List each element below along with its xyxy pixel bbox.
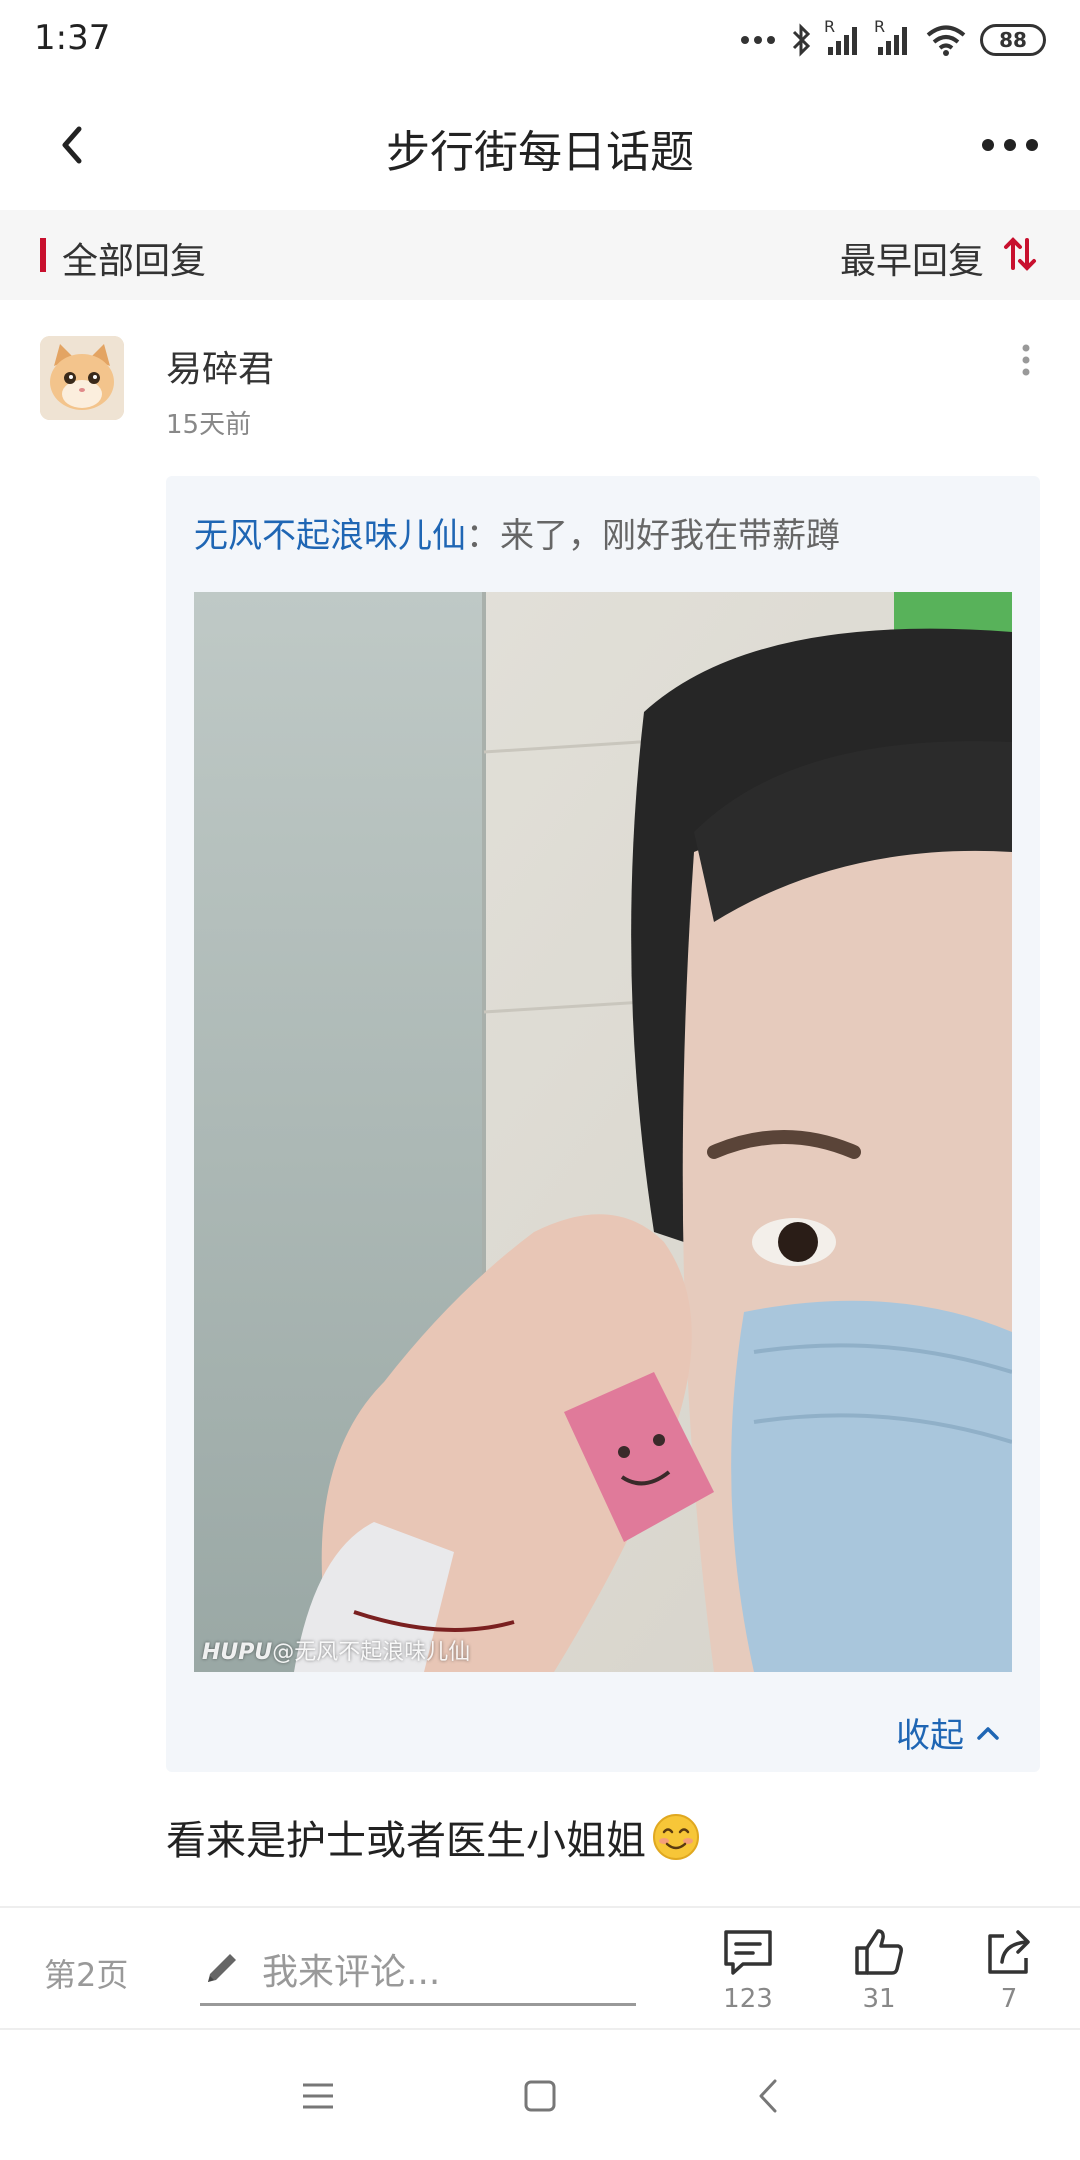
- reply-filter-bar: 全部回复 最早回复: [0, 210, 1080, 300]
- comments-count: 123: [723, 1984, 773, 2014]
- share-icon: [988, 1930, 1030, 1974]
- nav-header: 步行街每日话题: [0, 80, 1080, 210]
- comment-body: 看来是护士或者医生小姐姐: [166, 1808, 700, 1866]
- signal-label: R: [874, 17, 886, 36]
- bottom-action-bar: 第2页 我来评论... 123 31 7: [0, 1906, 1080, 2030]
- share-button[interactable]: 7: [964, 1926, 1054, 2014]
- more-button[interactable]: [970, 113, 1050, 177]
- photo-watermark: HUPU@无风不起浪味儿仙: [202, 1634, 470, 1666]
- bluetooth-icon: [792, 23, 811, 57]
- chevron-up-icon: [977, 1726, 999, 1740]
- pencil-icon: [208, 1953, 236, 1982]
- battery-indicator: 88: [980, 24, 1046, 56]
- quote-separator: ：: [466, 516, 500, 556]
- watermark-brand: HUPU: [202, 1640, 273, 1665]
- menu-button[interactable]: [298, 2076, 338, 2116]
- comment-bubble-icon: [724, 1930, 772, 1975]
- all-replies-label: 全部回复: [62, 241, 207, 282]
- comment-input[interactable]: 我来评论...: [200, 1934, 636, 2006]
- home-square-icon: [524, 2080, 556, 2112]
- comments-button[interactable]: 123: [703, 1926, 793, 2014]
- page-indicator[interactable]: 第2页: [44, 1950, 128, 1996]
- sort-arrows-icon[interactable]: [1000, 234, 1040, 274]
- comment-menu-button[interactable]: [1006, 338, 1046, 382]
- sort-earliest-button[interactable]: 最早回复: [840, 232, 984, 284]
- more-horizontal-icon: [982, 139, 1038, 151]
- comment-timestamp: 15天前: [166, 410, 252, 440]
- cat-avatar-icon: [40, 336, 124, 420]
- comment-text: 看来是护士或者医生小姐姐: [166, 1818, 646, 1864]
- status-bar: 1:37 R R 88: [0, 0, 1080, 80]
- avatar[interactable]: [40, 336, 124, 420]
- more-vertical-icon: [1022, 344, 1030, 376]
- watermark-user: @无风不起浪味儿仙: [272, 1640, 471, 1665]
- thumbs-up-icon: [855, 1929, 903, 1975]
- wifi-icon: [926, 25, 966, 56]
- system-back-button[interactable]: [748, 2076, 788, 2116]
- quoted-reply: 无风不起浪味儿仙：来了，刚好我在带薪蹲 HUPU@无风不起浪味儿仙 收起: [166, 476, 1040, 1772]
- collapse-button[interactable]: 收起: [896, 1708, 1000, 1757]
- selfie-photo: [194, 592, 1012, 1672]
- like-button[interactable]: 31: [834, 1926, 924, 2014]
- comment-input-placeholder: 我来评论...: [262, 1951, 441, 1993]
- signal-icon: R: [874, 17, 912, 57]
- username[interactable]: 易碎君: [166, 340, 274, 392]
- collapse-label: 收起: [896, 1716, 964, 1756]
- signal-label: R: [824, 17, 836, 36]
- ellipsis-icon: [741, 36, 775, 44]
- home-button[interactable]: [520, 2076, 560, 2116]
- page-title: 步行街每日话题: [386, 127, 694, 178]
- quote-author-link[interactable]: 无风不起浪味儿仙: [194, 516, 466, 556]
- signal-icon: R: [824, 17, 862, 57]
- quoted-photo[interactable]: HUPU@无风不起浪味儿仙: [194, 592, 1012, 1672]
- quote-text: 来了，刚好我在带薪蹲: [500, 516, 840, 556]
- status-icons: R R 88: [740, 17, 1046, 60]
- section-accent: [40, 238, 46, 272]
- status-time: 1:37: [34, 18, 111, 58]
- quote-line: 无风不起浪味儿仙：来了，刚好我在带薪蹲: [194, 508, 840, 557]
- system-nav-bar: [0, 2030, 1080, 2160]
- smile-emoji-icon: [653, 1814, 699, 1860]
- menu-icon: [303, 2083, 333, 2109]
- shares-count: 7: [1000, 1984, 1018, 2014]
- likes-count: 31: [862, 1984, 896, 2014]
- screen: 1:37 R R 88 步行街每日话题 全部回复 最早回复 易碎君 15天前 无…: [0, 0, 1080, 2160]
- chevron-left-icon: [759, 2079, 777, 2113]
